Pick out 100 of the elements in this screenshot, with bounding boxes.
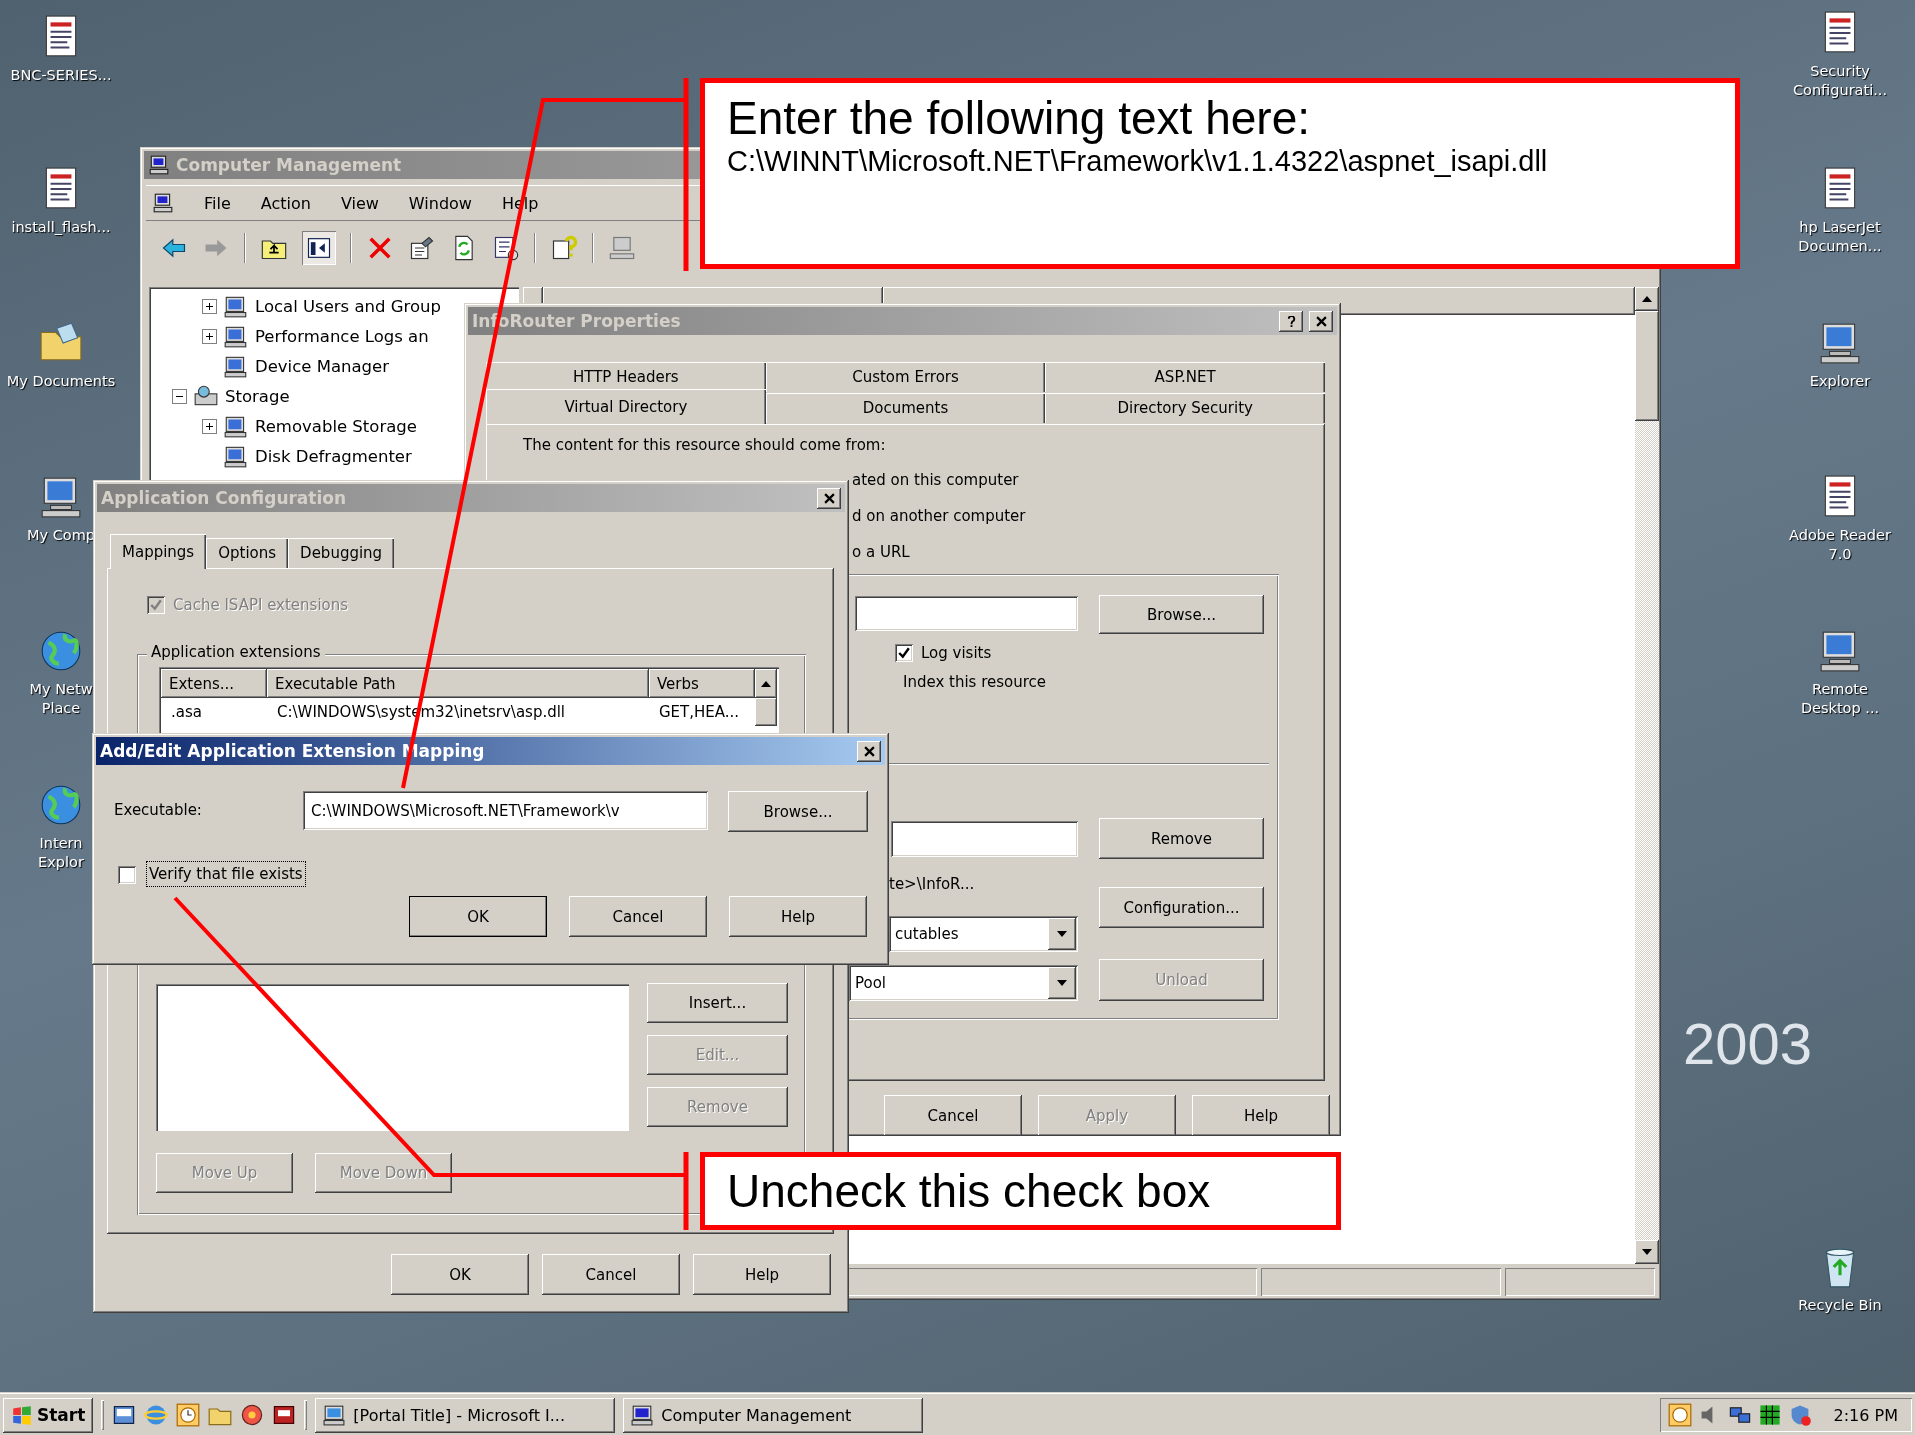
column-header[interactable]: Verbs xyxy=(649,669,755,698)
grid-icon[interactable] xyxy=(1757,1403,1782,1427)
desktop-icon-label: My Comp xyxy=(27,526,95,545)
expand-toggle[interactable] xyxy=(202,418,217,434)
desktop-icon-label: BNC-SERIES... xyxy=(10,66,112,85)
tab[interactable]: ASP.NET xyxy=(1045,362,1325,392)
taskbar-button[interactable]: [Portal Title] - Microsoft I... xyxy=(315,1397,616,1433)
dialog-button[interactable]: OK xyxy=(391,1254,529,1295)
close-icon xyxy=(863,745,875,757)
desktop-icon-label: My Documents xyxy=(6,372,116,391)
tree-item[interactable]: Device Manager xyxy=(255,356,389,376)
close-icon xyxy=(1315,315,1327,327)
taskbar-button[interactable]: Computer Management xyxy=(623,1397,924,1433)
tab[interactable]: Mappings xyxy=(110,534,207,569)
computer-icon[interactable] xyxy=(152,192,174,214)
down-arrow-icon xyxy=(1642,1249,1652,1255)
radio-option-label[interactable]: ated on this computer xyxy=(852,468,1026,492)
start-button[interactable]: Start xyxy=(3,1397,94,1433)
up-arrow-icon xyxy=(1642,296,1652,302)
desktop-icon-label: Adobe Reader 7.0 xyxy=(1789,526,1891,564)
desktop-icon-label: Security Configurati... xyxy=(1792,62,1888,100)
scroll-thumb[interactable] xyxy=(755,698,777,726)
starting-point-text: te>\InfoR... xyxy=(889,875,975,893)
dialog-button[interactable]: Help xyxy=(1192,1095,1330,1136)
checkbox-label[interactable]: Verify that file exists xyxy=(147,862,305,886)
prompt-text: The content for this resource should come from: xyxy=(523,436,886,454)
dialog-button[interactable]: OK xyxy=(409,896,547,937)
desktop-icon[interactable] xyxy=(112,1403,137,1427)
browse-button[interactable]: Browse... xyxy=(728,791,868,832)
browse-button[interactable]: Browse... xyxy=(1099,595,1264,634)
properties-icon[interactable] xyxy=(408,234,436,262)
windows-flag-icon xyxy=(11,1404,33,1426)
scroll-up-button[interactable] xyxy=(755,669,777,698)
disc-icon[interactable] xyxy=(240,1403,265,1427)
pool-dropdown[interactable]: Pool xyxy=(849,965,1078,1001)
help-icon[interactable] xyxy=(550,234,578,262)
scroll-thumb[interactable] xyxy=(1635,311,1659,421)
column-header[interactable]: Executable Path xyxy=(267,669,649,698)
desktop-icon-label: Remote Desktop ... xyxy=(1800,680,1880,718)
wallpaper-text: 2003 xyxy=(1683,1010,1813,1077)
tree-item[interactable]: Storage xyxy=(225,386,290,406)
tree-item[interactable]: Disk Defragmenter xyxy=(255,446,412,466)
computer-icon xyxy=(631,1404,654,1426)
document-icon[interactable] xyxy=(272,1403,297,1427)
expand-toggle[interactable] xyxy=(172,388,187,404)
window-title: Computer Management xyxy=(176,155,402,175)
executable-field[interactable]: C:\WINDOWS\Microsoft.NET\Framework\v xyxy=(303,791,708,830)
tab[interactable]: Custom Errors xyxy=(765,362,1046,392)
clock: 2:16 PM xyxy=(1833,1405,1898,1425)
dialog-button[interactable]: Cancel xyxy=(884,1095,1022,1136)
checkbox[interactable] xyxy=(895,644,913,662)
export-list-icon[interactable] xyxy=(492,234,520,262)
scroll-down-button[interactable] xyxy=(1635,1240,1659,1264)
expand-toggle[interactable] xyxy=(202,328,217,344)
checkbox-label[interactable]: Index this resource xyxy=(903,673,1047,691)
path-field[interactable] xyxy=(855,596,1078,631)
tab[interactable]: Debugging xyxy=(288,538,395,568)
clock-icon[interactable] xyxy=(176,1403,201,1427)
dialog-button[interactable]: Cancel xyxy=(542,1254,680,1295)
list-button[interactable]: Insert... xyxy=(647,983,788,1023)
menu-item[interactable]: File xyxy=(204,193,231,213)
browser-icon xyxy=(323,1404,346,1426)
tree-item[interactable]: Removable Storage xyxy=(255,416,417,436)
desktop-icon-label: install_flash... xyxy=(11,218,111,237)
tab[interactable]: Virtual Directory xyxy=(486,389,766,424)
pane-toggle-icon[interactable] xyxy=(302,231,336,265)
expand-toggle[interactable] xyxy=(202,298,217,314)
tree-item[interactable]: Local Users and Group xyxy=(255,296,441,316)
menu-item[interactable]: Window xyxy=(408,193,472,213)
dialog-button[interactable]: Help xyxy=(693,1254,831,1295)
question-mark-icon xyxy=(1285,315,1297,327)
table-cell-text: GET,HEA... xyxy=(658,702,741,723)
dialog-button[interactable]: Cancel xyxy=(569,896,707,937)
scroll-up-button[interactable] xyxy=(1635,287,1659,311)
tab[interactable]: Directory Security xyxy=(1045,393,1325,423)
configuration-button[interactable]: Configuration... xyxy=(1099,887,1264,928)
name-field[interactable] xyxy=(891,821,1078,857)
menu-item[interactable]: Action xyxy=(260,193,311,213)
radio-option-label[interactable]: o a URL xyxy=(852,540,1026,564)
radio-option-label[interactable]: d on another computer xyxy=(852,504,1026,528)
tab[interactable]: Options xyxy=(206,538,289,568)
column-header[interactable]: Extens... xyxy=(161,669,267,698)
desktop-icon-label: Recycle Bin xyxy=(1798,1296,1882,1315)
clock-icon[interactable] xyxy=(1667,1403,1692,1427)
menu-item[interactable]: View xyxy=(340,193,379,213)
checkbox-label[interactable]: Log visits xyxy=(921,644,992,662)
dialog-button[interactable]: Help xyxy=(729,896,867,937)
callout-text: C:\WINNT\Microsoft.NET\Framework\v1.1.4322\aspnet_isapi.dll xyxy=(727,145,1549,178)
permissions-dropdown[interactable]: cutables xyxy=(889,916,1078,952)
desktop-icon-label: Intern Explor xyxy=(38,834,84,872)
checkbox[interactable] xyxy=(118,866,136,884)
tree-item[interactable]: Performance Logs an xyxy=(255,326,429,346)
up-arrow-icon xyxy=(761,680,771,687)
close-button[interactable] xyxy=(857,740,881,762)
remove-button[interactable]: Remove xyxy=(1099,818,1264,859)
tab[interactable]: HTTP Headers xyxy=(486,362,766,392)
group-label: Application extensions xyxy=(147,643,325,661)
dropdown-arrow-icon xyxy=(1057,980,1067,986)
tab[interactable]: Documents xyxy=(765,393,1046,423)
scrollbar[interactable] xyxy=(1635,287,1659,1264)
